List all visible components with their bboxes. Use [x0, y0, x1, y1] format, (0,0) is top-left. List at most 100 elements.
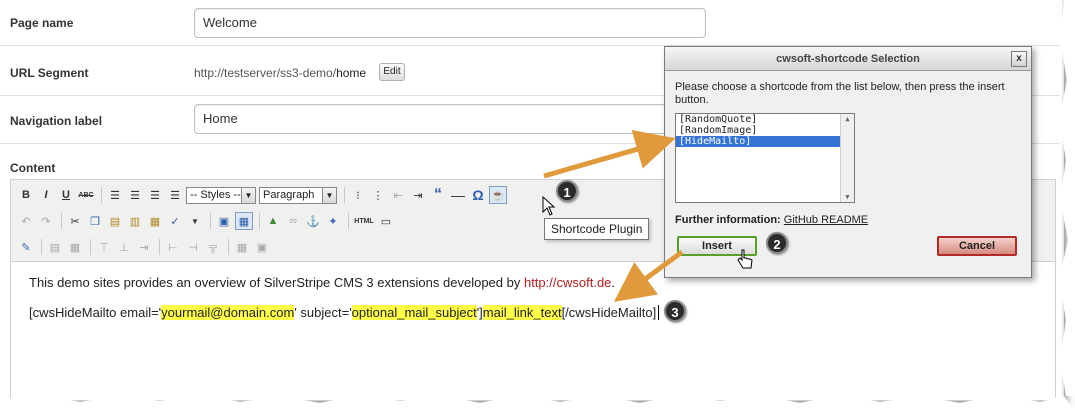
hand-cursor-icon: [737, 249, 753, 269]
cancel-button[interactable]: Cancel: [937, 236, 1017, 256]
table-cell-props-icon[interactable]: ▦: [66, 238, 84, 256]
delete-row-icon[interactable]: ⇥: [135, 238, 153, 256]
dialog-instructions: Please choose a shortcode from the list …: [675, 81, 1005, 106]
mouse-pointer-icon: [542, 196, 556, 216]
align-right-icon[interactable]: ☰: [146, 186, 164, 204]
copy-icon[interactable]: ❐: [86, 212, 104, 230]
callout-badge: 1: [556, 180, 578, 202]
content-link[interactable]: http://cwsoft.de: [524, 275, 611, 290]
fullscreen-icon[interactable]: ▭: [377, 212, 395, 230]
html-source-button[interactable]: HTML: [353, 212, 375, 230]
strikethrough-button[interactable]: ABC: [77, 186, 95, 204]
shortcode-email: yourmail@domain.com: [161, 305, 295, 320]
scroll-up-icon[interactable]: ▲: [841, 114, 854, 123]
split-cells-icon[interactable]: ▦: [233, 238, 251, 256]
text-caret: [658, 305, 663, 320]
dialog-titlebar: cwsoft-shortcode Selection x: [665, 47, 1031, 71]
blockquote-icon[interactable]: “: [429, 186, 447, 204]
toolbar-separator: [61, 213, 62, 229]
url-edit-button[interactable]: Edit: [379, 63, 405, 81]
insert-col-after-icon[interactable]: ⊣: [184, 238, 202, 256]
link-icon[interactable]: ∞: [284, 212, 302, 230]
numbered-list-icon[interactable]: ⋮: [369, 186, 387, 204]
url-prefix: http://testserver/ss3-demo/: [194, 66, 337, 80]
shortcode-option-selected[interactable]: [HideMailto]: [676, 136, 854, 147]
undo-icon[interactable]: ↶: [17, 212, 35, 230]
insert-image-icon[interactable]: ▲: [264, 212, 282, 230]
toolbar-separator: [210, 213, 211, 229]
insert-media-icon[interactable]: ✦: [324, 212, 342, 230]
content-intro-text: This demo sites provides an overview of …: [29, 275, 524, 290]
listbox-scrollbar[interactable]: ▲ ▼: [840, 114, 854, 202]
page-name-row: Page name Welcome: [0, 0, 1060, 46]
dialog-title: cwsoft-shortcode Selection: [776, 53, 920, 65]
shortcode-end-tag: [/cwsHideMailto]: [561, 305, 657, 320]
visual-aid-icon[interactable]: ▣: [215, 212, 233, 230]
chevron-down-icon: ▼: [322, 187, 336, 203]
shortcode-subject: optional_mail_subject: [351, 305, 477, 320]
close-icon[interactable]: x: [1011, 51, 1027, 67]
toolbar-separator: [41, 239, 42, 255]
shortcode-listbox[interactable]: [RandomQuote] [RandomImage] [HideMailto]…: [675, 113, 855, 203]
table-icon[interactable]: ▦: [235, 212, 253, 230]
indent-icon[interactable]: ⇥: [409, 186, 427, 204]
italic-button[interactable]: I: [37, 186, 55, 204]
merge-cells-icon[interactable]: ▣: [253, 238, 271, 256]
shortcode-plugin-tooltip: Shortcode Plugin: [544, 218, 650, 240]
further-information-label: Further information:: [675, 214, 781, 226]
insert-row-before-icon[interactable]: ⊤: [95, 238, 113, 256]
redo-icon[interactable]: ↷: [37, 212, 55, 230]
align-justify-icon[interactable]: ☰: [166, 186, 184, 204]
bold-button[interactable]: B: [17, 186, 35, 204]
shortcode-plugin-icon[interactable]: ☕: [489, 186, 507, 204]
scroll-down-icon[interactable]: ▼: [841, 193, 854, 201]
further-information: Further information: GitHub README: [675, 214, 868, 226]
special-char-icon[interactable]: Ω: [469, 186, 487, 204]
shortcode-option[interactable]: [RandomQuote]: [676, 114, 854, 125]
chevron-down-icon: ▼: [241, 187, 255, 203]
chevron-down-icon[interactable]: ▼: [186, 212, 204, 230]
page-name-input[interactable]: Welcome: [194, 8, 706, 38]
navigation-label-label: Navigation label: [10, 114, 103, 128]
url-segment-label: URL Segment: [10, 66, 89, 80]
shortcode-option[interactable]: [RandomImage]: [676, 125, 854, 136]
shortcode-selection-dialog: cwsoft-shortcode Selection x Please choo…: [664, 46, 1032, 278]
shortcode-close-bracket: ']: [476, 305, 483, 320]
paste-text-icon[interactable]: ▥: [126, 212, 144, 230]
horizontal-rule-icon[interactable]: —: [449, 186, 467, 204]
url-segment-value: http://testserver/ss3-demo/home: [194, 66, 366, 80]
url-segment-text: home: [336, 66, 367, 80]
shortcode-link-text: mail_link_text: [482, 305, 562, 320]
format-select-value: Paragraph: [263, 189, 315, 201]
toolbar-separator: [259, 213, 260, 229]
edit-table-icon[interactable]: ✎: [17, 238, 35, 256]
toolbar-separator: [159, 239, 160, 255]
format-select[interactable]: Paragraph ▼: [259, 186, 337, 204]
content-line-1[interactable]: This demo sites provides an overview of …: [29, 275, 615, 290]
table-row-props-icon[interactable]: ▤: [46, 238, 64, 256]
shortcode-subject-attr: ' subject=': [294, 305, 352, 320]
paste-icon[interactable]: ▤: [106, 212, 124, 230]
toolbar-separator: [348, 213, 349, 229]
bullet-list-icon[interactable]: ⁝: [349, 186, 367, 204]
align-center-icon[interactable]: ☰: [126, 186, 144, 204]
toolbar-separator: [344, 187, 345, 203]
content-period: .: [611, 275, 616, 290]
arrow-to-list: [543, 130, 676, 179]
github-readme-link[interactable]: GitHub README: [784, 214, 868, 226]
paste-word-icon[interactable]: ▦: [146, 212, 164, 230]
navigation-label-input[interactable]: Home: [194, 104, 706, 134]
align-left-icon[interactable]: ☰: [106, 186, 124, 204]
spellcheck-icon[interactable]: ✓: [166, 212, 184, 230]
anchor-icon[interactable]: ⚓: [304, 212, 322, 230]
outdent-icon[interactable]: ⇤: [389, 186, 407, 204]
underline-button[interactable]: U: [57, 186, 75, 204]
insert-row-after-icon[interactable]: ⊥: [115, 238, 133, 256]
cut-icon[interactable]: ✂: [66, 212, 84, 230]
content-line-2[interactable]: [cwsHideMailto email='yourmail@domain.co…: [29, 305, 663, 320]
styles-select[interactable]: -- Styles -- ▼: [186, 186, 256, 204]
delete-col-icon[interactable]: ╦: [204, 238, 222, 256]
insert-col-before-icon[interactable]: ⊢: [164, 238, 182, 256]
shortcode-open: [cwsHideMailto email=': [29, 305, 162, 320]
toolbar-separator: [228, 239, 229, 255]
